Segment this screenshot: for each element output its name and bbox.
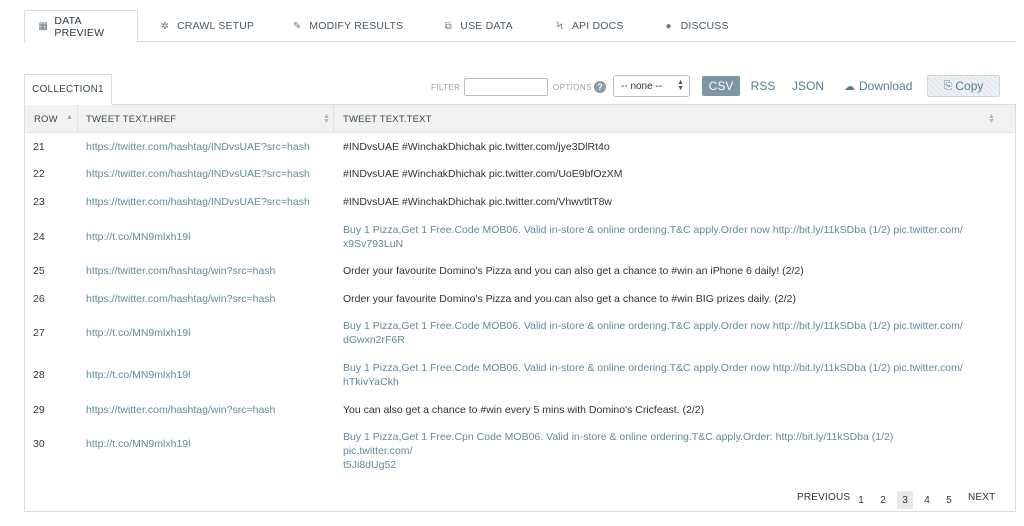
- select-arrows-icon: ▲ ▼: [677, 79, 684, 92]
- href-link[interactable]: https://twitter.com/hashtag/win?src=hash: [86, 292, 275, 306]
- copy-icon: ⎘: [943, 79, 953, 92]
- column-divider: [77, 105, 78, 133]
- column-divider: [333, 105, 334, 133]
- tweet-text: Buy 1 Pizza,Get 1 Free.Code MOB06. Valid…: [343, 362, 963, 388]
- href-link[interactable]: https://twitter.com/hashtag/INDvsUAE?src…: [86, 195, 310, 209]
- help-icon[interactable]: ?: [594, 81, 606, 93]
- options-label: OPTIONS: [553, 83, 592, 92]
- previous-page-link[interactable]: PREVIOUS: [797, 492, 850, 503]
- tab-label: DISCUSS: [680, 20, 729, 32]
- column-header-tweet-text-href[interactable]: TWEET TEXT.HREF: [86, 105, 176, 133]
- href-link[interactable]: https://twitter.com/hashtag/INDvsUAE?src…: [86, 140, 310, 154]
- row-number: 27: [33, 327, 45, 339]
- tab-label: API DOCS: [571, 20, 624, 32]
- row-number: 24: [33, 231, 45, 243]
- tweet-text: #INDvsUAE #WinchakDhichak pic.twitter.co…: [343, 141, 610, 153]
- copy-button[interactable]: ⎘ Copy: [927, 75, 1000, 97]
- href-link[interactable]: http://t.co/MN9mlxh19l: [86, 230, 190, 244]
- chat-icon: ●: [665, 20, 672, 32]
- tweet-text: Buy 1 Pizza,Get 1 Free.Code MOB06. Valid…: [343, 224, 963, 250]
- copy-label: Copy: [955, 79, 984, 93]
- tweet-text: #INDvsUAE #WinchakDhichak pic.twitter.co…: [343, 196, 612, 208]
- page-link-1[interactable]: 1: [854, 491, 868, 509]
- tweet-text: Order your favourite Domino's Pizza and …: [343, 265, 804, 277]
- tab-use-data[interactable]: ⧉ USE DATA: [429, 10, 525, 42]
- sort-asc-icon: ▲: [66, 114, 74, 121]
- table-header: ROW ▲ TWEET TEXT.HREF ▲ ▼ TWEET TEXT.TEXT…: [25, 105, 1015, 133]
- tweet-text: You can also get a chance to #win every …: [343, 404, 705, 416]
- bolt-icon: ϟ: [556, 20, 564, 32]
- page-link-5[interactable]: 5: [942, 491, 956, 509]
- panel-border-bottom: [24, 511, 1016, 512]
- page-link-2[interactable]: 2: [876, 491, 890, 509]
- tweet-text: #INDvsUAE #WinchakDhichak pic.twitter.co…: [343, 168, 623, 180]
- row-number: 29: [33, 404, 45, 416]
- tab-label: CRAWL SETUP: [177, 20, 255, 32]
- filter-label: FILTER: [431, 83, 461, 92]
- href-link[interactable]: http://t.co/MN9mlxh19l: [86, 368, 190, 382]
- tab-data-preview[interactable]: ▦ DATA PREVIEW: [24, 10, 138, 43]
- pencil-icon: ✎: [292, 20, 302, 32]
- tab-crawl-setup[interactable]: ✲ CRAWL SETUP: [146, 10, 266, 42]
- cloud-download-icon: ☁: [844, 80, 855, 93]
- external-link-icon: ⧉: [444, 20, 452, 32]
- href-link[interactable]: http://t.co/MN9mlxh19l: [86, 437, 190, 451]
- panel-border-right: [1015, 104, 1016, 512]
- options-select-value: -- none --: [621, 80, 663, 92]
- tab-label: DATA PREVIEW: [54, 14, 105, 39]
- page-link-3-current[interactable]: 3: [897, 491, 913, 509]
- download-button[interactable]: ☁ Download: [844, 76, 912, 96]
- tab-label: USE DATA: [460, 20, 513, 32]
- column-header-tweet-text-text[interactable]: TWEET TEXT.TEXT: [343, 105, 432, 133]
- tab-api-docs[interactable]: ϟ API DOCS: [541, 10, 636, 42]
- filter-input[interactable]: [464, 78, 548, 96]
- href-link[interactable]: http://t.co/MN9mlxh19l: [86, 326, 190, 340]
- href-link[interactable]: https://twitter.com/hashtag/win?src=hash: [86, 403, 275, 417]
- row-number: 25: [33, 265, 45, 277]
- tab-modify-results[interactable]: ✎ MODIFY RESULTS: [278, 10, 415, 42]
- table-icon: ▦: [38, 21, 49, 32]
- href-link[interactable]: https://twitter.com/hashtag/win?src=hash: [86, 264, 275, 278]
- row-number: 26: [33, 293, 45, 305]
- row-number: 21: [33, 141, 45, 153]
- json-button[interactable]: JSON: [788, 76, 828, 96]
- download-label: Download: [859, 79, 913, 93]
- row-number: 23: [33, 196, 45, 208]
- next-page-link[interactable]: NEXT: [968, 492, 995, 503]
- row-number: 28: [33, 369, 45, 381]
- page-link-4[interactable]: 4: [920, 491, 934, 509]
- column-header-row[interactable]: ROW ▲: [34, 105, 73, 133]
- tweet-text: Order your favourite Domino's Pizza and …: [343, 293, 796, 305]
- sort-icon: ▲ ▼: [323, 113, 330, 125]
- row-number: 30: [33, 438, 45, 450]
- tab-discuss[interactable]: ● DISCUSS: [650, 10, 741, 42]
- panel-border-left: [24, 104, 25, 512]
- href-link[interactable]: https://twitter.com/hashtag/INDvsUAE?src…: [86, 167, 310, 181]
- tab-collection1[interactable]: COLLECTION1: [24, 74, 112, 105]
- csv-button[interactable]: CSV: [702, 76, 740, 96]
- top-nav: ▦ DATA PREVIEW ✲ CRAWL SETUP ✎ MODIFY RE…: [24, 10, 1016, 43]
- rss-button[interactable]: RSS: [748, 76, 778, 96]
- tweet-text: Buy 1 Pizza,Get 1 Free.Cpn Code MOB06. V…: [343, 431, 894, 471]
- gear-icon: ✲: [160, 20, 170, 32]
- options-select[interactable]: -- none -- ▲ ▼: [613, 75, 690, 97]
- tweet-text: Buy 1 Pizza,Get 1 Free.Code MOB06. Valid…: [343, 320, 963, 346]
- row-number: 22: [33, 168, 45, 180]
- sort-icon: ▲ ▼: [988, 113, 995, 125]
- tab-label: MODIFY RESULTS: [309, 20, 404, 32]
